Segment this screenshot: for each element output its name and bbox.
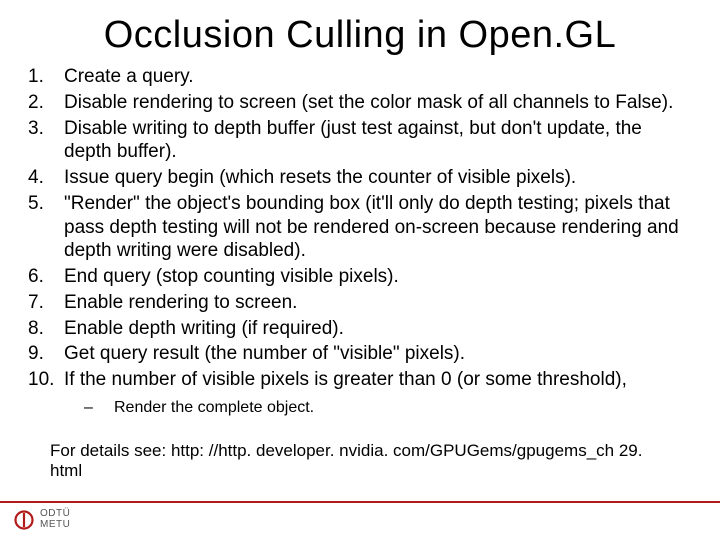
- divider: [0, 501, 720, 503]
- step-text: Issue query begin (which resets the coun…: [64, 166, 692, 190]
- logo: ODTÜ METU: [0, 509, 720, 530]
- step-number: 4.: [28, 166, 64, 190]
- list-item: –Render the complete object.: [84, 398, 692, 419]
- step-number: 8.: [28, 317, 64, 341]
- list-item: 6.End query (stop counting visible pixel…: [28, 265, 692, 289]
- list-item: 8.Enable depth writing (if required).: [28, 317, 692, 341]
- list-item: 4.Issue query begin (which resets the co…: [28, 166, 692, 190]
- step-text: Enable depth writing (if required).: [64, 317, 692, 341]
- list-item: 7.Enable rendering to screen.: [28, 291, 692, 315]
- step-number: 5.: [28, 192, 64, 263]
- list-item: 1.Create a query.: [28, 65, 692, 89]
- step-number: 6.: [28, 265, 64, 289]
- list-item: 5."Render" the object's bounding box (it…: [28, 192, 692, 263]
- step-text: End query (stop counting visible pixels)…: [64, 265, 692, 289]
- logo-text: ODTÜ METU: [40, 509, 70, 530]
- list-item: 2.Disable rendering to screen (set the c…: [28, 91, 692, 115]
- list-item: 9.Get query result (the number of "visib…: [28, 342, 692, 366]
- step-number: 2.: [28, 91, 64, 115]
- logo-line-1: ODTÜ: [40, 509, 70, 520]
- slide: Occlusion Culling in Open.GL 1.Create a …: [0, 0, 720, 540]
- substep-text: Render the complete object.: [114, 398, 314, 419]
- steps-list: 1.Create a query. 2.Disable rendering to…: [28, 65, 692, 392]
- step-text: Get query result (the number of "visible…: [64, 342, 692, 366]
- list-item: 3.Disable writing to depth buffer (just …: [28, 117, 692, 165]
- step-text: "Render" the object's bounding box (it'l…: [64, 192, 692, 263]
- step-text: Create a query.: [64, 65, 692, 89]
- step-number: 9.: [28, 342, 64, 366]
- step-text: Enable rendering to screen.: [64, 291, 692, 315]
- bullet-dash: –: [84, 398, 114, 419]
- step-text: Disable rendering to screen (set the col…: [64, 91, 692, 115]
- slide-footer: ODTÜ METU: [0, 501, 720, 530]
- step-number: 3.: [28, 117, 64, 165]
- step-text: Disable writing to depth buffer (just te…: [64, 117, 692, 165]
- step-number: 10.: [28, 368, 64, 392]
- details-text: For details see: http: //http. developer…: [28, 441, 692, 481]
- logo-icon: [14, 510, 34, 530]
- logo-line-2: METU: [40, 520, 70, 531]
- step-text: If the number of visible pixels is great…: [64, 368, 692, 392]
- slide-content: 1.Create a query. 2.Disable rendering to…: [0, 65, 720, 481]
- list-item: 10.If the number of visible pixels is gr…: [28, 368, 692, 392]
- substeps-list: –Render the complete object.: [84, 398, 692, 419]
- slide-title: Occlusion Culling in Open.GL: [0, 0, 720, 65]
- step-number: 1.: [28, 65, 64, 89]
- step-number: 7.: [28, 291, 64, 315]
